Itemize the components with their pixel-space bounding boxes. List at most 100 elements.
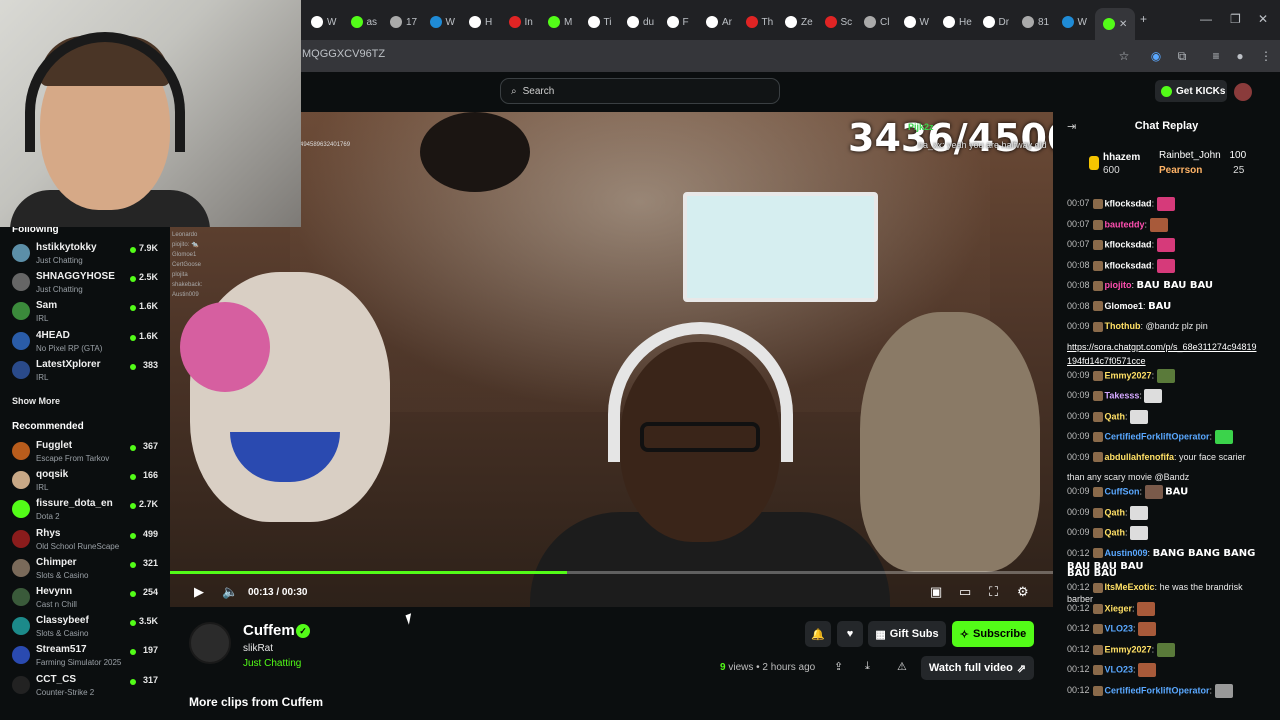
sidebar-channel-4head[interactable]: 4HEAD No Pixel RP (GTA) 1.6K bbox=[0, 328, 170, 356]
sidebar-channel-hevynn[interactable]: Hevynn Cast n Chill 254 bbox=[0, 584, 170, 612]
browser-tab[interactable]: 81 bbox=[1016, 10, 1055, 34]
chat-text[interactable]: 194fd14c7f0571cce bbox=[1067, 356, 1146, 366]
browser-tab[interactable]: 17 bbox=[384, 10, 423, 34]
sidebar-channel-rhys[interactable]: Rhys Old School RuneScape 499 bbox=[0, 526, 170, 554]
chat-emote-icon bbox=[1156, 238, 1175, 252]
get-kicks-button[interactable]: Get KICKs bbox=[1155, 80, 1227, 102]
chat-username[interactable]: Emmy2027 bbox=[1105, 644, 1152, 654]
chat-username[interactable]: Xieger bbox=[1105, 603, 1133, 613]
settings-icon[interactable]: ⚙ bbox=[1017, 584, 1029, 600]
browser-tab[interactable]: as bbox=[345, 10, 384, 34]
volume-icon[interactable]: 🔈 bbox=[222, 584, 238, 600]
chat-message: 00:09 Thothub: @bandz plz pin bbox=[1067, 320, 1267, 332]
chat-username[interactable]: Austin009 bbox=[1105, 548, 1148, 558]
sidebar-channel-fissure_dota_en[interactable]: fissure_dota_en Dota 2 2.7K bbox=[0, 496, 170, 524]
chat-username[interactable]: kflocksdad bbox=[1105, 198, 1152, 208]
chat-username[interactable]: abdullahfenofifa bbox=[1105, 452, 1175, 462]
sidebar-channel-hstikkytokky[interactable]: hstikkytokky Just Chatting 7.9K bbox=[0, 240, 170, 268]
notification-bell-button[interactable]: 🔔 bbox=[805, 621, 831, 647]
follow-heart-button[interactable]: ♥ bbox=[837, 621, 863, 647]
chat-username[interactable]: bauteddy bbox=[1105, 219, 1145, 229]
browser-tab[interactable]: W bbox=[424, 10, 461, 34]
sidebar-channel-latestxplorer[interactable]: LatestXplorer IRL 383 bbox=[0, 357, 170, 385]
chat-username[interactable]: Glomoe1 bbox=[1105, 301, 1144, 311]
browser-tab[interactable]: du bbox=[621, 10, 660, 34]
chat-username[interactable]: Emmy2027 bbox=[1105, 370, 1152, 380]
chat-username[interactable]: Qath bbox=[1105, 527, 1126, 537]
browser-tab[interactable]: W bbox=[305, 10, 342, 34]
close-tab-icon[interactable]: ✕ bbox=[1119, 19, 1127, 30]
sidebar-channel-classybeef[interactable]: Classybeef Slots & Casino 3.5K bbox=[0, 613, 170, 641]
sidebar-channel-stream517[interactable]: Stream517 Farming Simulator 2025 197 bbox=[0, 642, 170, 670]
chat-username[interactable]: kflocksdad bbox=[1105, 260, 1152, 270]
tab-label: He bbox=[959, 16, 972, 28]
minimize-icon[interactable]: — bbox=[1200, 12, 1212, 26]
browser-tab[interactable]: Sc bbox=[819, 10, 859, 34]
extension-icon[interactable]: ◉ bbox=[1148, 48, 1164, 64]
chat-username[interactable]: CertifiedForkliftOperator bbox=[1105, 685, 1210, 695]
media-icon[interactable]: ≡ bbox=[1208, 48, 1224, 64]
bookmark-star-icon[interactable]: ☆ bbox=[1116, 48, 1132, 64]
chat-username[interactable]: VLO23 bbox=[1105, 623, 1134, 633]
theater-mode-icon[interactable]: ▭ bbox=[959, 584, 971, 600]
browser-tab[interactable]: Ti bbox=[582, 10, 618, 34]
channel-name[interactable]: Cuffem bbox=[243, 622, 295, 639]
download-icon[interactable]: ⤓ bbox=[865, 660, 870, 673]
sidebar-channel-shnaggyhose[interactable]: SHNAGGYHOSE Just Chatting 2.5K bbox=[0, 269, 170, 297]
clip-category[interactable]: Just Chatting bbox=[243, 658, 301, 669]
chat-username[interactable]: CuffSon bbox=[1105, 486, 1140, 496]
browser-tab[interactable]: Th bbox=[740, 10, 780, 34]
play-icon[interactable]: ▶ bbox=[194, 584, 204, 600]
chat-username[interactable]: piojito bbox=[1105, 280, 1132, 290]
chat-username[interactable]: Qath bbox=[1105, 411, 1126, 421]
browser-tab[interactable]: Ar bbox=[700, 10, 738, 34]
extensions-puzzle-icon[interactable]: ⧉ bbox=[1174, 48, 1190, 64]
chat-username[interactable]: CertifiedForkliftOperator bbox=[1105, 431, 1210, 441]
browser-tab[interactable]: Cl bbox=[858, 10, 895, 34]
clipper-name[interactable]: slikRat bbox=[243, 643, 273, 654]
url-text[interactable]: MQGGXCV96TZ bbox=[302, 48, 385, 60]
close-window-icon[interactable]: ✕ bbox=[1258, 12, 1268, 26]
browser-tab[interactable]: Dr bbox=[977, 10, 1016, 34]
chat-username[interactable]: ItsMeExotic bbox=[1105, 582, 1155, 592]
chat-username[interactable]: Thothub bbox=[1105, 321, 1141, 331]
video-player[interactable]: 3436/4500 Pijk2z na_xx: yeah you are hal… bbox=[170, 112, 1053, 607]
chat-username[interactable]: Takesss bbox=[1105, 390, 1140, 400]
browser-tab[interactable]: Ze bbox=[779, 10, 819, 34]
miniplayer-icon[interactable]: ▣ bbox=[930, 584, 942, 600]
channel-avatar[interactable] bbox=[189, 622, 231, 664]
restore-icon[interactable]: ❐ bbox=[1230, 12, 1241, 26]
chat-username[interactable]: VLO23 bbox=[1105, 664, 1134, 674]
fullscreen-icon[interactable]: ⛶ bbox=[989, 584, 998, 600]
new-tab-icon[interactable]: + bbox=[1140, 12, 1147, 26]
chat-username[interactable]: Qath bbox=[1105, 507, 1126, 517]
overlay-chat-line: Glomoe1 bbox=[172, 252, 197, 258]
browser-tab[interactable]: W bbox=[1056, 10, 1093, 34]
user-avatar[interactable] bbox=[1234, 83, 1252, 101]
chat-username[interactable]: kflocksdad bbox=[1105, 239, 1152, 249]
live-dot-icon bbox=[130, 649, 136, 656]
gift-subs-button[interactable]: ▦ Gift Subs bbox=[868, 621, 946, 647]
browser-tab[interactable]: W bbox=[898, 10, 935, 34]
active-tab[interactable]: ✕ bbox=[1095, 8, 1136, 40]
browser-tab[interactable]: F bbox=[661, 10, 695, 34]
browser-tab[interactable]: M bbox=[542, 10, 578, 34]
profile-icon[interactable]: ● bbox=[1232, 48, 1248, 64]
browser-tab[interactable]: He bbox=[937, 10, 978, 34]
subscribe-button[interactable]: ✧ Subscribe bbox=[952, 621, 1034, 647]
share-icon[interactable]: ⇪ bbox=[834, 660, 843, 673]
browser-tab[interactable]: H bbox=[463, 10, 498, 34]
sidebar-channel-fugglet[interactable]: Fugglet Escape From Tarkov 367 bbox=[0, 438, 170, 466]
report-icon[interactable]: ⚠ bbox=[897, 660, 907, 673]
show-more-button[interactable]: Show More bbox=[12, 396, 60, 406]
sidebar-channel-sam[interactable]: Sam IRL 1.6K bbox=[0, 298, 170, 326]
sidebar-channel-chimper[interactable]: Chimper Slots & Casino 321 bbox=[0, 555, 170, 583]
video-seek-bar[interactable] bbox=[170, 571, 1053, 574]
watch-full-video-button[interactable]: Watch full video ⇗ bbox=[921, 656, 1034, 680]
browser-tab[interactable]: In bbox=[503, 10, 539, 34]
search-input[interactable]: ⌕ Search bbox=[500, 78, 780, 104]
chat-text[interactable]: https://sora.chatgpt.com/p/s_68e311274c9… bbox=[1067, 342, 1256, 352]
sidebar-channel-qoqsik[interactable]: qoqsik IRL 166 bbox=[0, 467, 170, 495]
browser-menu-icon[interactable]: ⋮ bbox=[1258, 48, 1274, 64]
sidebar-channel-cct_cs[interactable]: CCT_CS Counter-Strike 2 317 bbox=[0, 672, 170, 700]
